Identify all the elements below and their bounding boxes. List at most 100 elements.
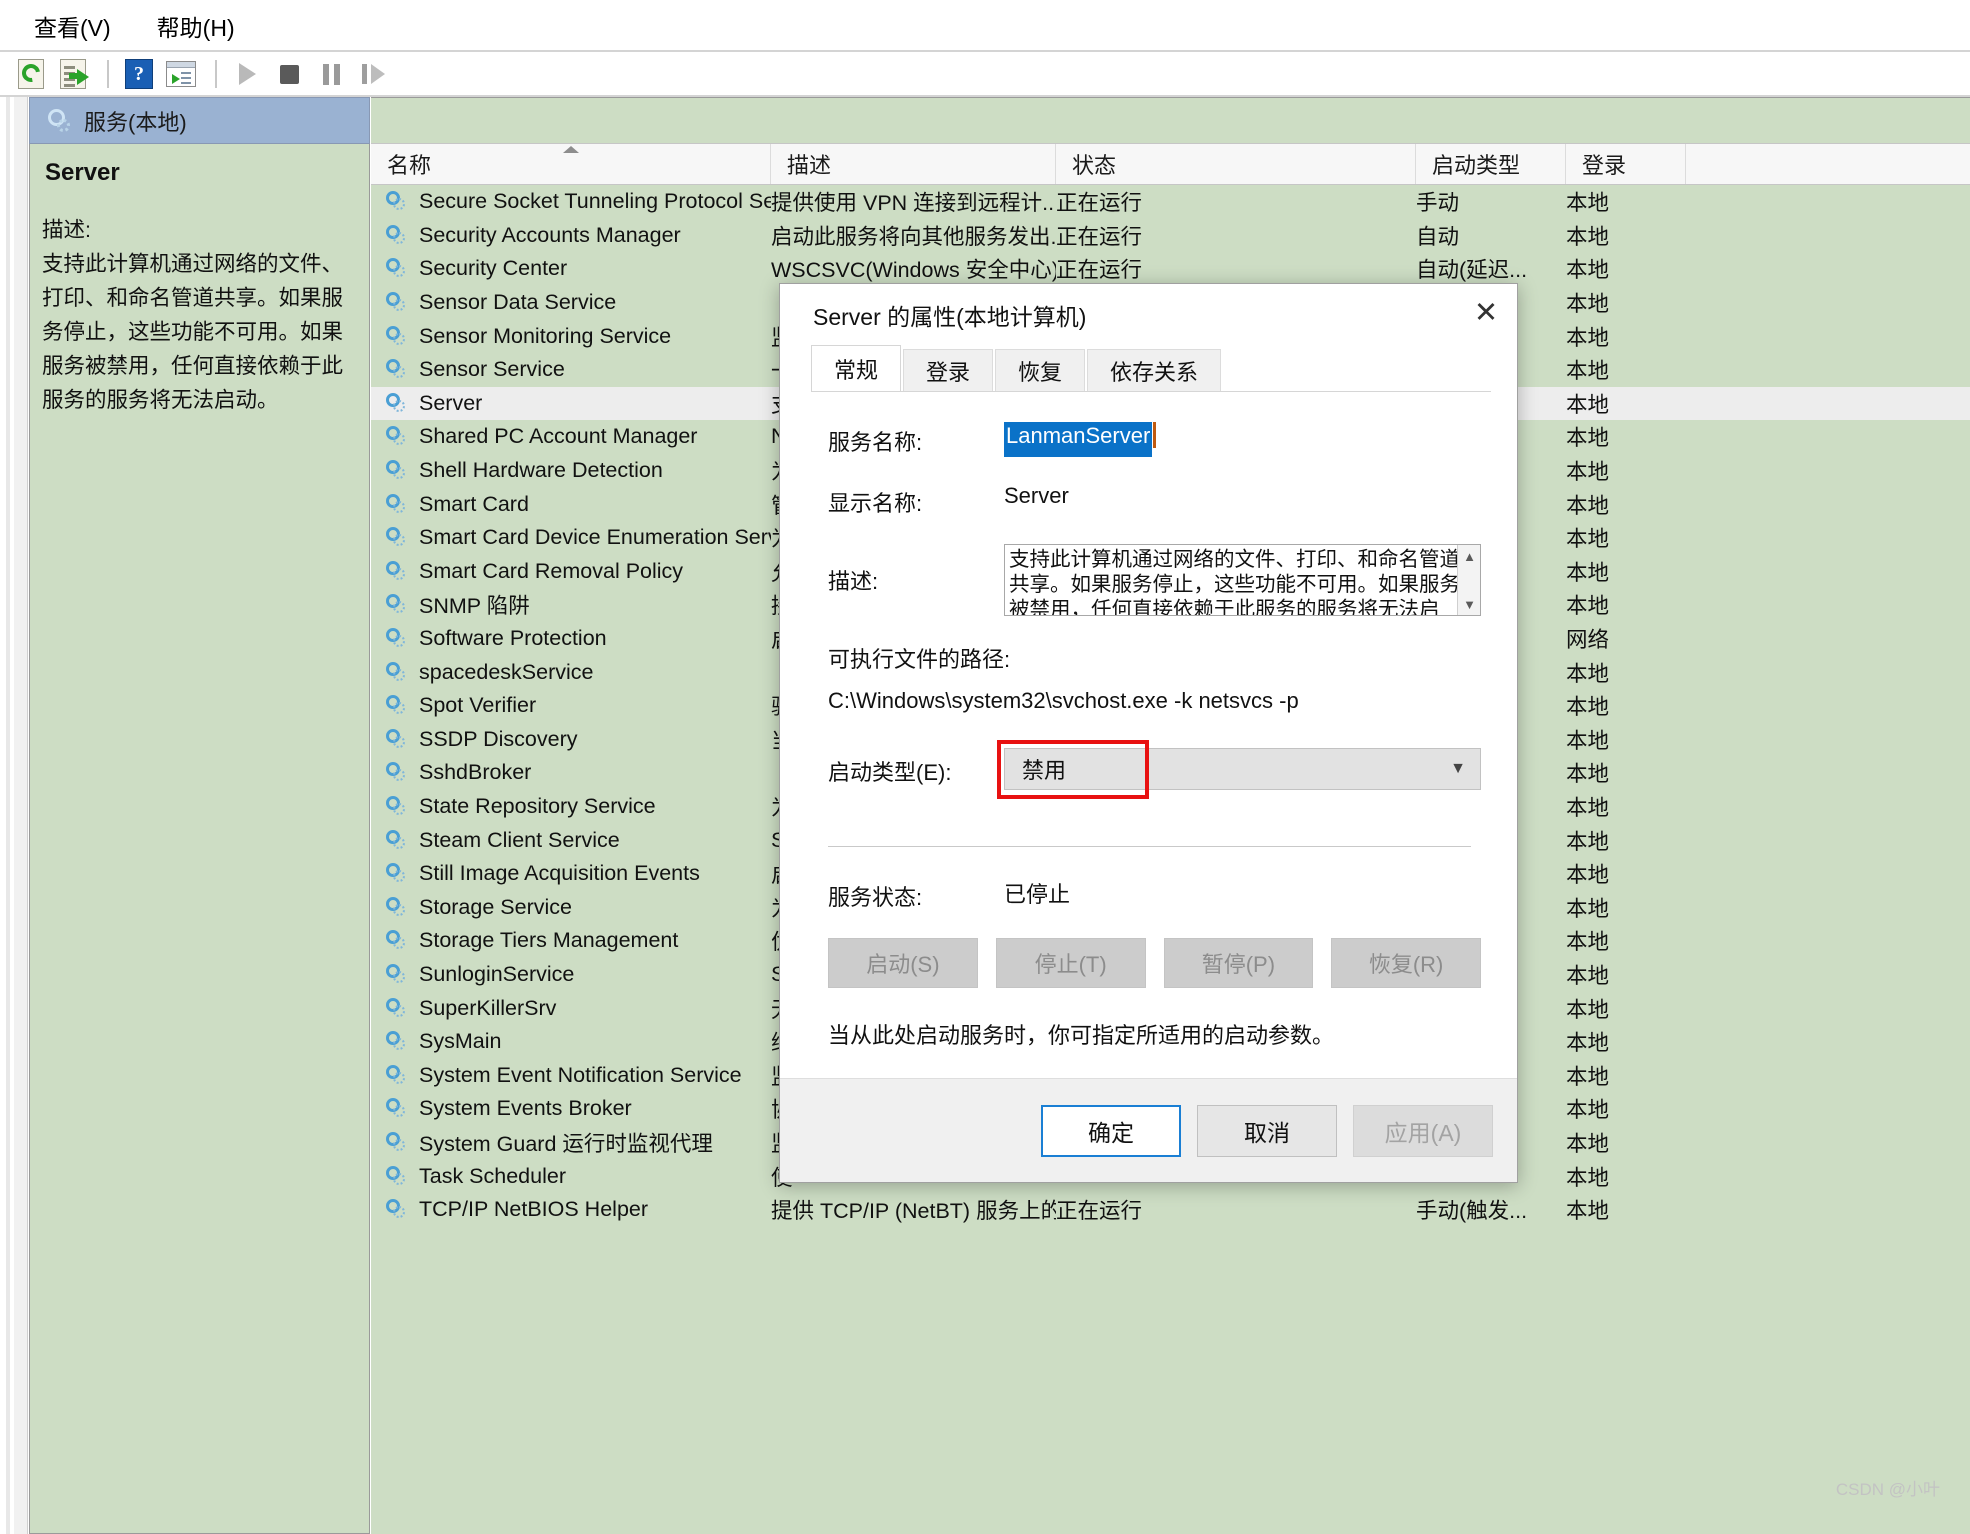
pause-service-button[interactable]: 暂停(P) — [1164, 938, 1314, 988]
left-scroll-gutter[interactable] — [14, 97, 28, 1534]
service-name-text: Storage Tiers Management — [419, 928, 678, 953]
service-name-text: Smart Card — [419, 492, 529, 517]
cancel-button[interactable]: 取消 — [1197, 1105, 1337, 1157]
service-logon-cell: 本地 — [1566, 1093, 1686, 1124]
export-list-icon — [60, 59, 86, 89]
start-service-toolbar-button[interactable] — [228, 57, 266, 91]
service-gear-icon — [385, 560, 408, 583]
table-row[interactable]: Security CenterWSCSVC(Windows 安全中心)...正在… — [371, 252, 1970, 286]
column-header-status[interactable]: 状态 — [1056, 144, 1416, 184]
restart-icon — [362, 64, 385, 84]
sort-ascending-icon — [563, 146, 579, 153]
service-name-text: Still Image Acquisition Events — [419, 861, 700, 886]
apply-button[interactable]: 应用(A) — [1353, 1105, 1493, 1157]
service-logon-cell: 本地 — [1566, 1060, 1686, 1091]
service-name-text: SshdBroker — [419, 760, 531, 785]
service-logon-cell: 本地 — [1566, 858, 1686, 889]
service-name-text: Task Scheduler — [419, 1164, 566, 1189]
tab-recovery[interactable]: 恢复 — [995, 349, 1085, 391]
table-row[interactable]: TCP/IP NetBIOS Helper提供 TCP/IP (NetBT) 服… — [371, 1193, 1970, 1227]
service-gear-icon — [385, 1030, 408, 1053]
service-name-text: Smart Card Device Enumeration Service — [419, 525, 771, 550]
service-logon-cell: 本地 — [1566, 1127, 1686, 1158]
service-name-text: Smart Card Removal Policy — [419, 559, 683, 584]
column-header-description[interactable]: 描述 — [771, 144, 1056, 184]
resume-service-button[interactable]: 恢复(R) — [1331, 938, 1481, 988]
service-status-cell: 正在运行 — [1056, 253, 1416, 284]
menu-item-help[interactable]: 帮助(H) — [151, 6, 241, 46]
help-icon: ? — [125, 59, 153, 89]
stop-service-button[interactable]: 停止(T) — [996, 938, 1146, 988]
service-name-field[interactable]: LanmanServer — [1004, 422, 1152, 457]
service-logon-cell: 本地 — [1566, 522, 1686, 553]
chevron-down-icon: ▼ — [1450, 760, 1466, 778]
dialog-body: 常规 登录 恢复 依存关系 服务名称: LanmanServer 显示名称: S… — [780, 346, 1517, 1130]
service-name-cell: Security Accounts Manager — [371, 223, 771, 248]
table-row[interactable]: Security Accounts Manager启动此服务将向其他服务发出..… — [371, 219, 1970, 253]
service-logon-cell: 本地 — [1566, 253, 1686, 284]
pause-service-toolbar-button[interactable] — [312, 57, 350, 91]
start-service-button[interactable]: 启动(S) — [828, 938, 978, 988]
startup-type-label: 启动类型(E): — [828, 752, 1004, 787]
ok-button[interactable]: 确定 — [1041, 1105, 1181, 1157]
service-startup-cell: 手动 — [1416, 186, 1566, 217]
restart-service-toolbar-button[interactable] — [354, 57, 392, 91]
show-hide-console-button[interactable] — [162, 57, 200, 91]
service-logon-cell: 本地 — [1566, 1026, 1686, 1057]
service-name-text: Shell Hardware Detection — [419, 458, 663, 483]
stop-service-toolbar-button[interactable] — [270, 57, 308, 91]
column-header-name-label: 名称 — [387, 148, 431, 180]
tab-general[interactable]: 常规 — [811, 345, 901, 391]
service-name-text: Storage Service — [419, 895, 572, 920]
scroll-down-icon[interactable]: ▼ — [1458, 593, 1481, 615]
service-logon-cell: 本地 — [1566, 1194, 1686, 1225]
dialog-title: Server 的属性(本地计算机) — [813, 298, 1086, 332]
service-name-text: SysMain — [419, 1029, 501, 1054]
service-logon-cell: 本地 — [1566, 186, 1686, 217]
refresh-button[interactable] — [12, 57, 50, 91]
service-name-cell: Sensor Monitoring Service — [371, 324, 771, 349]
service-name-text: System Event Notification Service — [419, 1063, 742, 1088]
service-status-cell: 正在运行 — [1056, 186, 1416, 217]
service-gear-icon — [385, 425, 408, 448]
service-gear-icon — [385, 526, 408, 549]
service-name-text: TCP/IP NetBIOS Helper — [419, 1197, 648, 1222]
startup-type-select[interactable]: 禁用 ▼ — [1004, 748, 1481, 790]
dialog-titlebar[interactable]: Server 的属性(本地计算机) ✕ — [780, 284, 1517, 346]
services-list-header: 名称 描述 状态 启动类型 登录 — [371, 143, 1970, 185]
tab-dependencies[interactable]: 依存关系 — [1087, 349, 1221, 391]
scroll-up-icon[interactable]: ▲ — [1458, 545, 1481, 567]
close-icon[interactable]: ✕ — [1455, 284, 1517, 340]
column-header-startup-type[interactable]: 启动类型 — [1416, 144, 1566, 184]
service-logon-cell: 网络 — [1566, 623, 1686, 654]
description-text: 支持此计算机通过网络的文件、打印、和命名管道共享。如果服务停止，这些功能不可用。… — [42, 247, 360, 417]
column-header-name[interactable]: 名称 — [371, 144, 771, 184]
service-logon-cell: 本地 — [1566, 657, 1686, 688]
description-scrollbar[interactable]: ▲ ▼ — [1457, 545, 1480, 615]
service-name-cell: Smart Card Device Enumeration Service — [371, 525, 771, 550]
column-header-description-label: 描述 — [787, 148, 831, 180]
service-gear-icon — [385, 1097, 408, 1120]
help-button[interactable]: ? — [120, 57, 158, 91]
service-name-cell: SNMP 陷阱 — [371, 589, 771, 620]
service-gear-icon — [385, 1064, 408, 1087]
export-list-button[interactable] — [54, 57, 92, 91]
startup-type-row: 启动类型(E): 禁用 ▼ — [828, 748, 1481, 790]
column-header-logon[interactable]: 登录 — [1566, 144, 1686, 184]
menu-item-view[interactable]: 查看(V) — [28, 6, 117, 46]
selected-service-description: 描述: 支持此计算机通过网络的文件、打印、和命名管道共享。如果服务停止，这些功能… — [42, 213, 360, 417]
description-textarea[interactable]: 支持此计算机通过网络的文件、打印、和命名管道共享。如果服务停止，这些功能不可用。… — [1004, 544, 1481, 616]
service-name-text: Sensor Monitoring Service — [419, 324, 671, 349]
service-gear-icon — [385, 829, 408, 852]
display-name-row: 显示名称: Server — [828, 483, 1481, 518]
tab-logon[interactable]: 登录 — [903, 349, 993, 391]
service-gear-icon — [385, 694, 408, 717]
dialog-description-label: 描述: — [828, 544, 1004, 616]
show-hide-console-icon — [166, 61, 196, 87]
table-row[interactable]: Secure Socket Tunneling Protocol Serv...… — [371, 185, 1970, 219]
service-logon-cell: 本地 — [1566, 489, 1686, 520]
display-name-value[interactable]: Server — [1004, 483, 1069, 518]
service-gear-icon — [385, 291, 408, 314]
service-name-cell: State Repository Service — [371, 794, 771, 819]
general-tab-form: 服务名称: LanmanServer 显示名称: Server 描述: 支持此计… — [806, 392, 1491, 1130]
